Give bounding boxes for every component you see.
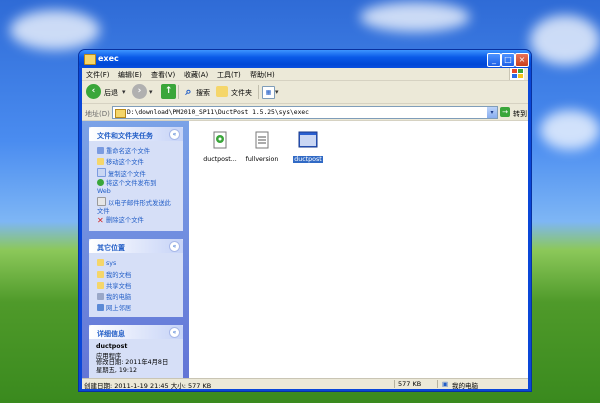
window-client: 文件(F) 编辑(E) 查看(V) 收藏(A) 工具(T) 帮助(H) ‹ 后退… xyxy=(82,68,528,390)
forward-arrow-icon[interactable]: › xyxy=(132,84,147,99)
search-button-label[interactable]: 搜索 xyxy=(196,88,210,98)
folder-icon xyxy=(84,54,96,65)
up-folder-icon[interactable]: ↑ xyxy=(161,84,176,99)
back-button-label[interactable]: 后退 xyxy=(104,88,118,98)
place-network[interactable]: 网上邻居 xyxy=(97,303,131,312)
views-icon[interactable]: ▦ xyxy=(262,86,275,99)
file-name: ductpost xyxy=(293,156,323,163)
address-bar: 地址(D) D:\download\PM2010_SP11\DuctPost 1… xyxy=(82,104,528,121)
shared-documents-icon xyxy=(97,282,104,289)
status-separator xyxy=(394,380,395,388)
title-bar[interactable]: exec _ □ × xyxy=(79,50,531,68)
menu-file[interactable]: 文件(F) xyxy=(86,70,110,80)
details-panel: 详细信息 « ductpost 应用程序 修改日期: 2011年4月8日 星期五… xyxy=(89,325,183,378)
close-button[interactable]: × xyxy=(515,53,529,67)
task-email[interactable]: 以电子邮件形式发送此文件 xyxy=(97,197,171,215)
status-bar: 创建日期: 2011-1-19 21:45 大小: 577 KB 577 KB … xyxy=(82,378,528,390)
file-tasks-panel: 文件和文件夹任务 « 重命名这个文件 移动这个文件 复制这个文件 将这个文件发布… xyxy=(89,127,183,231)
task-move[interactable]: 移动这个文件 xyxy=(97,157,144,166)
file-item[interactable]: fullversion xyxy=(242,131,282,163)
folders-icon[interactable] xyxy=(216,86,228,97)
address-path[interactable]: D:\download\PM2010_SP11\DuctPost 1.5.25\… xyxy=(127,109,309,116)
address-label: 地址(D) xyxy=(85,110,110,118)
back-dropdown-icon[interactable]: ▾ xyxy=(122,88,126,96)
publish-web-icon xyxy=(97,179,104,186)
toolbar-separator xyxy=(178,85,179,99)
menu-edit[interactable]: 编辑(E) xyxy=(118,70,142,80)
collapse-chevron-icon[interactable]: « xyxy=(169,327,180,338)
window-title: exec xyxy=(98,54,119,63)
task-pane: 文件和文件夹任务 « 重命名这个文件 移动这个文件 复制这个文件 将这个文件发布… xyxy=(82,121,189,378)
views-dropdown-icon[interactable]: ▾ xyxy=(275,88,279,96)
details-header[interactable]: 详细信息 « xyxy=(89,325,183,339)
desktop: exec _ □ × 文件(F) 编辑(E) 查看(V) 收藏(A) 工具(T)… xyxy=(0,0,600,403)
menu-favorites[interactable]: 收藏(A) xyxy=(184,70,208,80)
other-places-header[interactable]: 其它位置 « xyxy=(89,239,183,253)
details-title: 详细信息 xyxy=(97,330,125,338)
task-publish-web[interactable]: 将这个文件发布到 Web xyxy=(97,179,171,195)
file-item[interactable]: ductpost... xyxy=(200,131,240,163)
file-item-selected[interactable]: ductpost xyxy=(288,131,328,163)
back-arrow-icon[interactable]: ‹ xyxy=(86,84,101,99)
rename-icon xyxy=(97,147,104,154)
explorer-body: 文件和文件夹任务 « 重命名这个文件 移动这个文件 复制这个文件 将这个文件发布… xyxy=(82,121,528,378)
place-sys[interactable]: sys xyxy=(97,259,116,267)
application-icon xyxy=(298,131,318,148)
go-button-label[interactable]: 转到 xyxy=(513,109,527,119)
move-icon xyxy=(97,158,104,165)
folders-button-label[interactable]: 文件夹 xyxy=(231,88,252,98)
status-info: 创建日期: 2011-1-19 21:45 大小: 577 KB xyxy=(84,382,212,390)
menu-view[interactable]: 查看(V) xyxy=(151,70,175,80)
details-modified: 修改日期: 2011年4月8日 星期五, 19:12 xyxy=(96,359,169,374)
toolbar-separator xyxy=(258,85,259,99)
forward-dropdown-icon[interactable]: ▾ xyxy=(149,88,153,96)
file-list[interactable]: ductpost... fullversion ductpost xyxy=(194,121,528,378)
toolbar: ‹ 后退 ▾ › ▾ ↑ ⌕ 搜索 文件夹 ▦ ▾ xyxy=(82,81,528,104)
place-my-computer[interactable]: 我的电脑 xyxy=(97,292,131,301)
menu-tools[interactable]: 工具(T) xyxy=(217,70,241,80)
network-icon xyxy=(97,304,104,311)
my-documents-icon xyxy=(97,271,104,278)
file-tasks-title: 文件和文件夹任务 xyxy=(97,132,153,140)
collapse-chevron-icon[interactable]: « xyxy=(169,241,180,252)
windows-logo-icon xyxy=(509,68,524,80)
place-my-documents[interactable]: 我的文档 xyxy=(97,270,131,279)
go-arrow-icon[interactable]: → xyxy=(500,107,510,117)
address-dropdown-icon[interactable]: ▾ xyxy=(487,107,497,118)
menu-help[interactable]: 帮助(H) xyxy=(250,70,275,80)
other-places-panel: 其它位置 « sys 我的文档 共享文档 我的电脑 网上邻居 xyxy=(89,239,183,317)
email-icon xyxy=(97,197,106,206)
task-rename[interactable]: 重命名这个文件 xyxy=(97,146,150,155)
file-tasks-header[interactable]: 文件和文件夹任务 « xyxy=(89,127,183,141)
file-name: ductpost... xyxy=(203,156,237,163)
status-separator xyxy=(437,380,438,388)
task-copy[interactable]: 复制这个文件 xyxy=(97,168,146,178)
config-file-icon xyxy=(213,131,227,149)
search-icon[interactable]: ⌕ xyxy=(181,84,196,99)
text-file-icon xyxy=(255,131,269,149)
status-size: 577 KB xyxy=(398,380,422,388)
task-delete[interactable]: ✕ 删除这个文件 xyxy=(97,215,144,225)
address-input[interactable]: D:\download\PM2010_SP11\DuctPost 1.5.25\… xyxy=(112,106,498,119)
collapse-chevron-icon[interactable]: « xyxy=(169,129,180,140)
file-name: fullversion xyxy=(245,156,279,163)
maximize-button[interactable]: □ xyxy=(501,53,515,67)
menu-bar: 文件(F) 编辑(E) 查看(V) 收藏(A) 工具(T) 帮助(H) xyxy=(82,68,528,81)
my-computer-icon xyxy=(97,293,104,300)
minimize-button[interactable]: _ xyxy=(487,53,501,67)
other-places-title: 其它位置 xyxy=(97,244,125,252)
folder-icon xyxy=(115,109,126,118)
explorer-window: exec _ □ × 文件(F) 编辑(E) 查看(V) 收藏(A) 工具(T)… xyxy=(79,50,531,391)
my-computer-icon: ▣ xyxy=(442,380,449,388)
copy-icon xyxy=(97,168,106,177)
folder-icon xyxy=(97,259,104,266)
place-shared-documents[interactable]: 共享文档 xyxy=(97,281,131,290)
status-location: 我的电脑 xyxy=(452,382,478,390)
details-name: ductpost xyxy=(96,343,128,350)
delete-icon: ✕ xyxy=(97,216,104,225)
